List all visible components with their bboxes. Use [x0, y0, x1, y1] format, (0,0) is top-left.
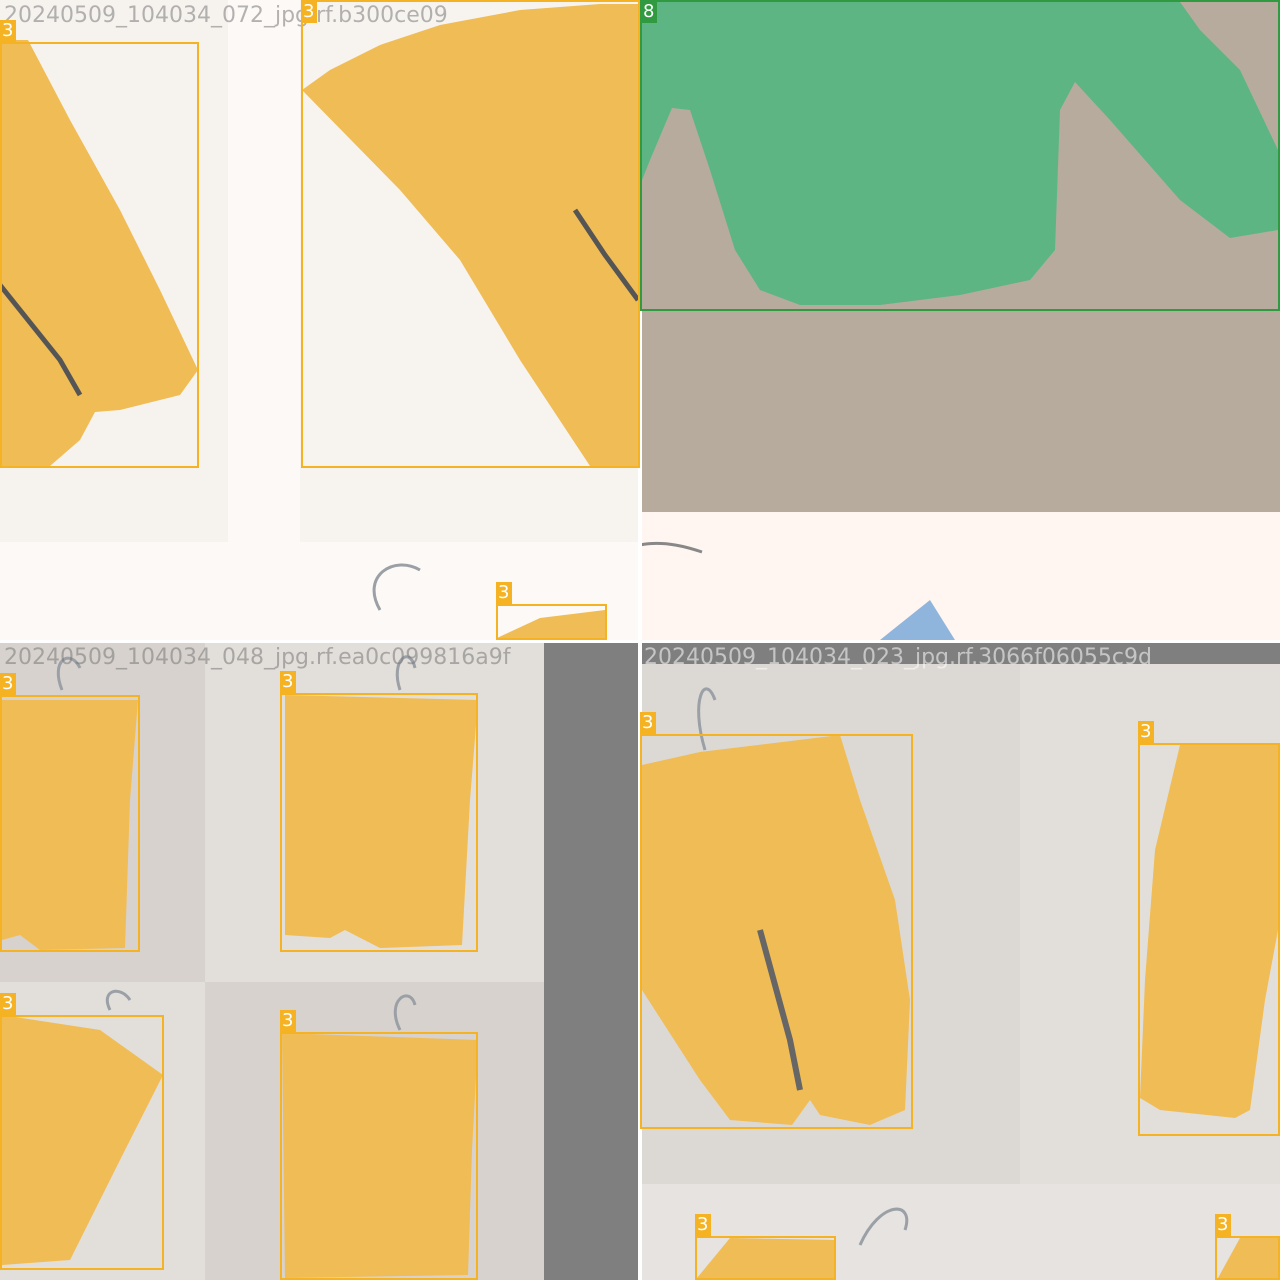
class-label: 3: [1215, 1214, 1231, 1236]
bbox: 3: [1215, 1214, 1280, 1280]
tile-top-right: 8: [640, 0, 1280, 640]
tile-bottom-right: 20240509_104034_023_jpg.rf.3066f06055c9d…: [640, 642, 1280, 1280]
tile-bottom-left: 20240509_104034_048_jpg.rf.ea0c099816a9f…: [0, 642, 640, 1280]
image-filename: 20240509_104034_072_jpg.rf.b300ce09: [4, 3, 448, 28]
bbox: 3: [0, 20, 199, 468]
bbox: 3: [695, 1214, 836, 1280]
class-label: 3: [695, 1214, 711, 1236]
image-filename: 20240509_104034_048_jpg.rf.ea0c099816a9f: [4, 645, 511, 670]
image-filename: 20240509_104034_023_jpg.rf.3066f06055c9d: [644, 645, 1152, 670]
class-label: 3: [0, 20, 16, 42]
class-label: 3: [1138, 721, 1154, 743]
bbox: 3: [496, 582, 607, 640]
bbox: 3: [301, 0, 640, 468]
class-label: 3: [301, 1, 317, 23]
class-label: 3: [496, 582, 512, 604]
class-label: 8: [641, 1, 657, 23]
bbox: 3: [1138, 721, 1280, 1136]
bbox: 3: [280, 1010, 478, 1280]
tile-top-left: 20240509_104034_072_jpg.rf.b300ce09 3 3 …: [0, 0, 640, 640]
bbox: 3: [0, 993, 164, 1270]
class-label: 3: [280, 671, 296, 693]
class-label: 3: [640, 712, 656, 734]
bbox: 3: [0, 673, 140, 952]
bbox: 3: [640, 712, 913, 1129]
bbox: 8: [640, 0, 1280, 311]
class-label: 3: [0, 993, 16, 1015]
class-label: 3: [280, 1010, 296, 1032]
bbox: 3: [280, 671, 478, 952]
class-label: 3: [0, 673, 16, 695]
mosaic-canvas: 20240509_104034_072_jpg.rf.b300ce09 3 3 …: [0, 0, 1280, 1280]
